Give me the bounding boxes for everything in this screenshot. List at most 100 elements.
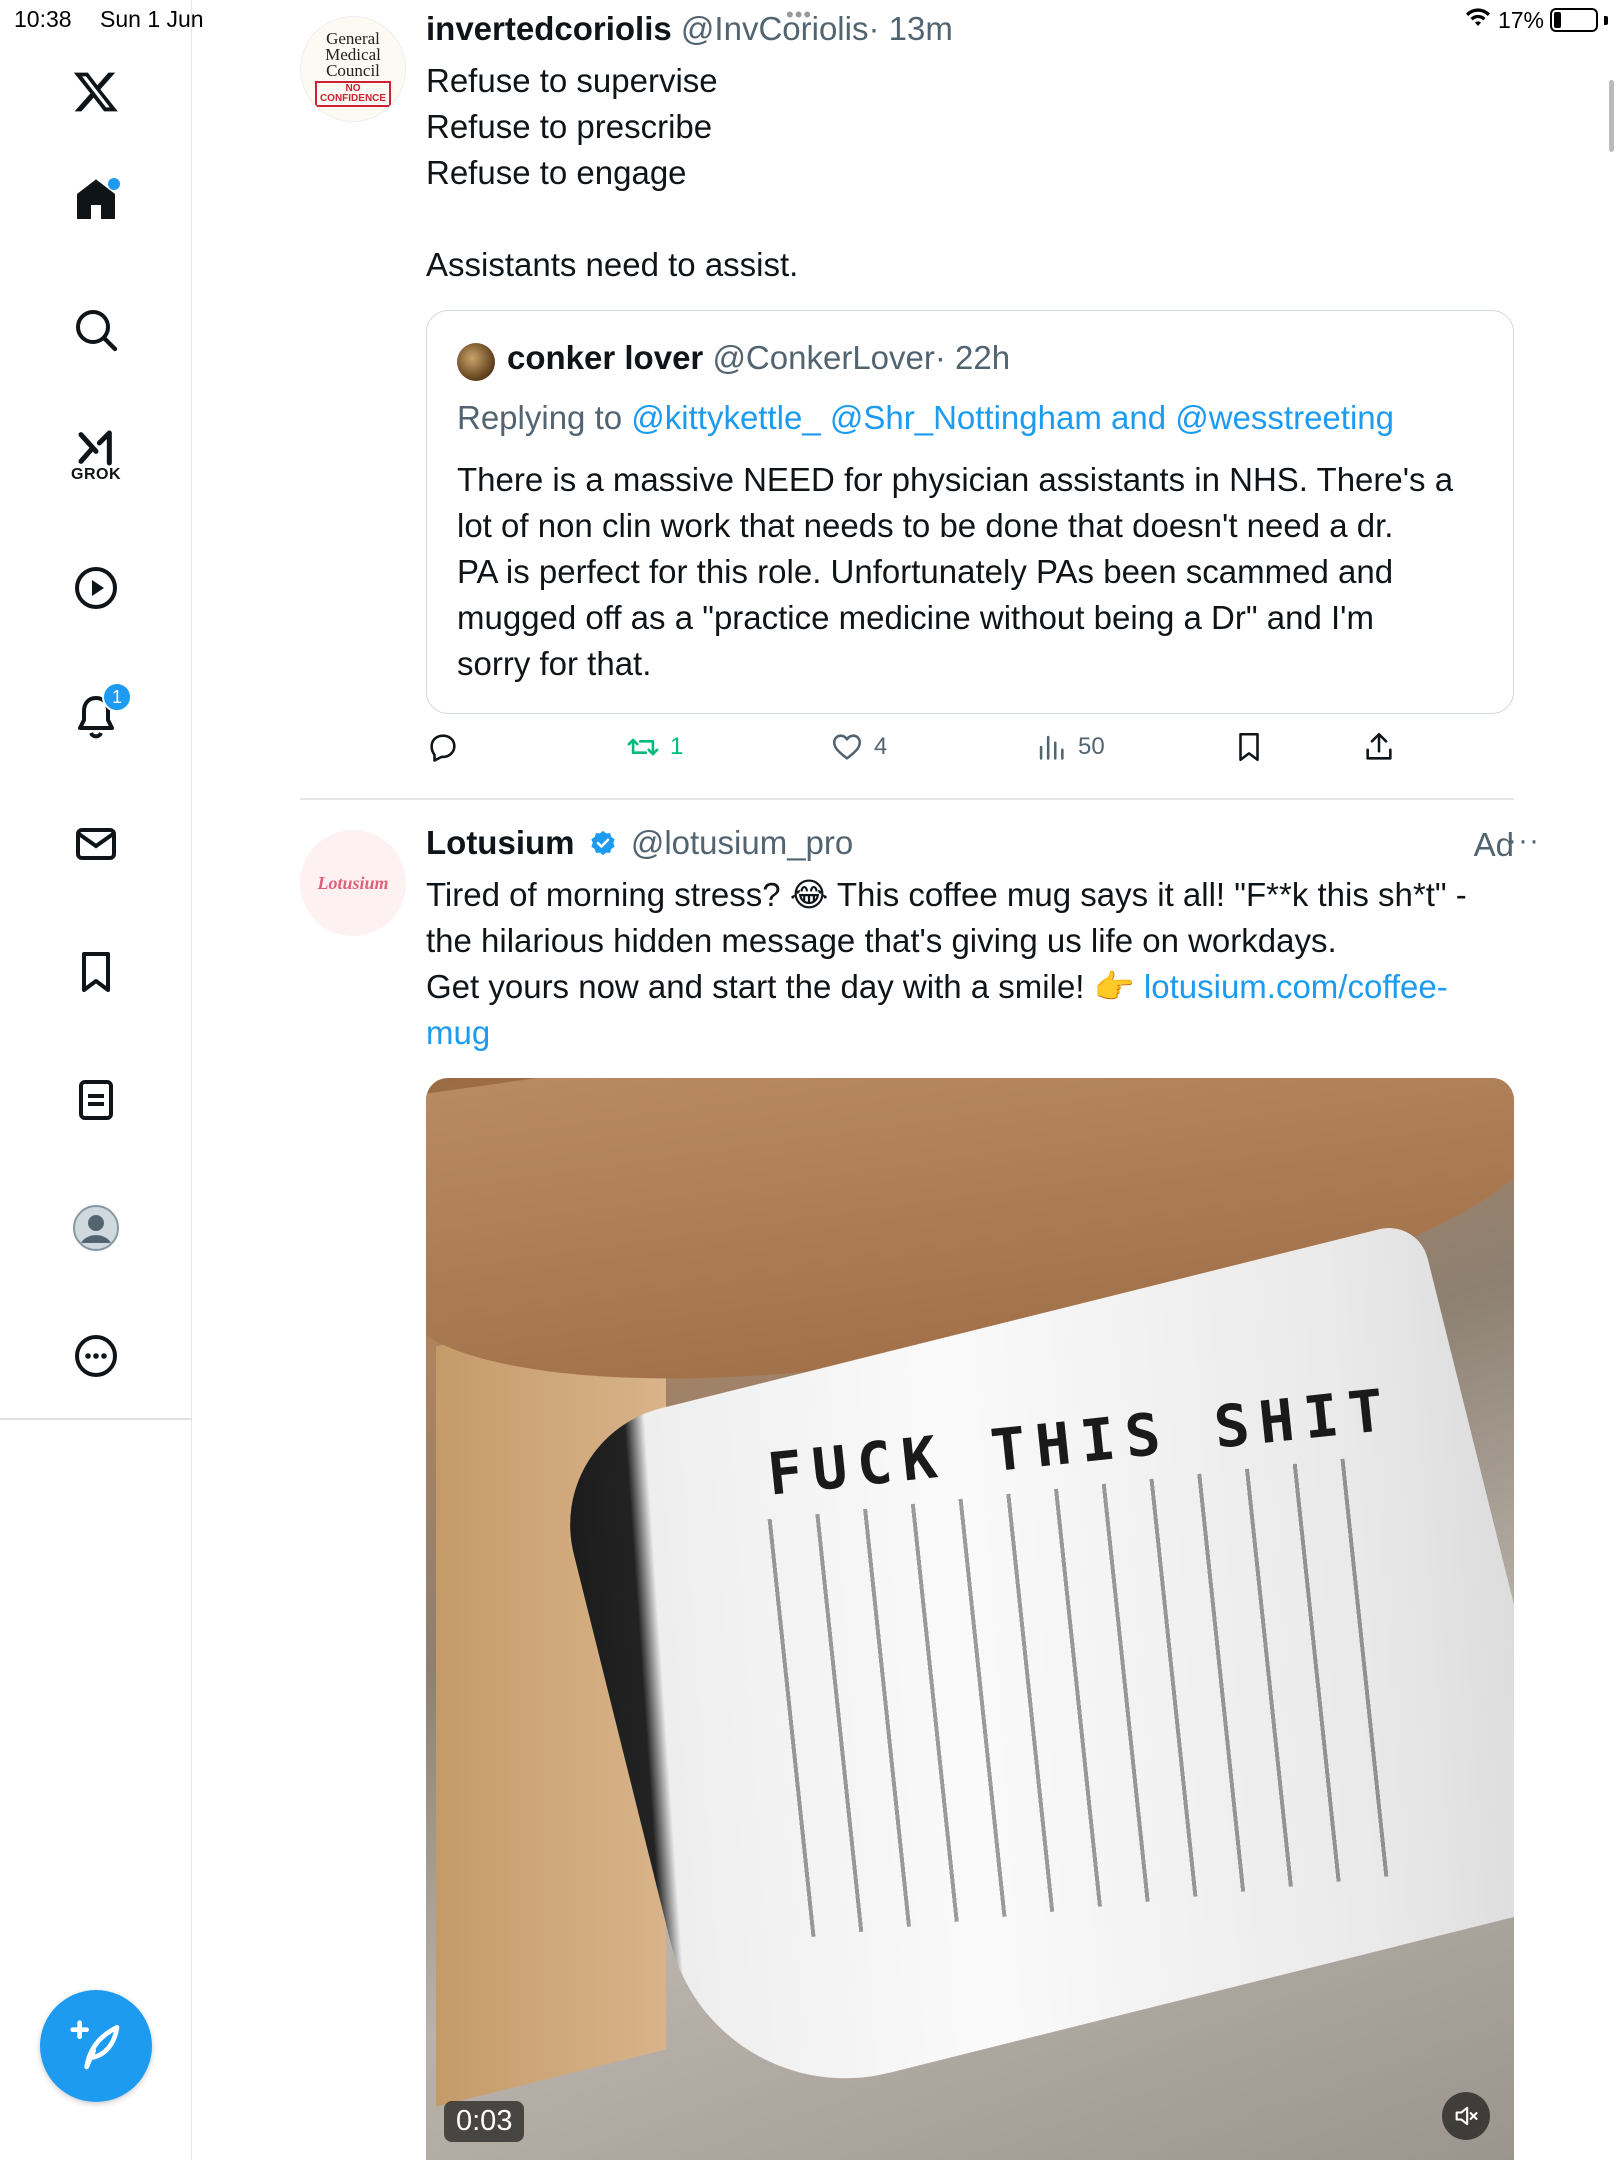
sidebar-item-explore[interactable] xyxy=(60,294,132,366)
retweet-button[interactable]: 1 xyxy=(626,730,683,764)
views-icon xyxy=(1039,735,1064,760)
play-icon xyxy=(75,567,117,609)
tweet-time[interactable]: · 13m xyxy=(868,10,952,47)
bookmark-button[interactable] xyxy=(1232,730,1266,764)
tweet-line: Refuse to prescribe xyxy=(426,108,713,145)
sidebar-item-notifications[interactable]: 1 xyxy=(60,680,132,752)
tweet-line-text: Get yours now and start the day with a s… xyxy=(426,968,1144,1005)
video-frame-mug-pattern xyxy=(745,1456,1407,1940)
video-duration: 0:03 xyxy=(444,2101,525,2142)
verified-badge-icon xyxy=(591,830,615,856)
list-icon xyxy=(79,1080,113,1120)
home-unread-dot xyxy=(108,178,120,190)
avatar-text-council: Council xyxy=(326,61,380,80)
ad-link[interactable]: mug xyxy=(426,1014,490,1051)
mention-link[interactable]: @wesstreeting xyxy=(1175,399,1394,436)
like-count: 4 xyxy=(874,733,888,760)
replying-and: and xyxy=(1111,399,1167,436)
quoted-line: sorry for that. xyxy=(457,645,652,682)
tweet-line: the hilarious hidden message that's givi… xyxy=(426,922,1337,959)
quoted-line: mugged off as a "practice medicine witho… xyxy=(457,599,1374,636)
compose-icon xyxy=(70,2020,120,2070)
battery-percent: 17% xyxy=(1497,6,1544,33)
share-button[interactable] xyxy=(1362,730,1396,764)
tweet-header: Lotusium @lotusium_pro xyxy=(426,824,853,862)
tweet-text: Tired of morning stress? 😂 This coffee m… xyxy=(426,872,1526,1056)
grok-icon xyxy=(78,430,112,466)
battery-fill xyxy=(1554,12,1561,28)
notification-badge: 1 xyxy=(102,682,132,712)
sidebar-item-home[interactable] xyxy=(60,164,132,236)
sidebar: GROK 1 xyxy=(0,0,192,2160)
author-handle[interactable]: @lotusium_pro xyxy=(631,824,853,861)
author-avatar[interactable]: General Medical Council NO CONFIDENCE xyxy=(300,16,406,122)
replying-to-prefix: Replying to xyxy=(457,399,623,436)
author-name[interactable]: invertedcoriolis xyxy=(426,10,672,47)
mute-button[interactable] xyxy=(1442,2092,1490,2140)
mention-link[interactable]: @Shr_Nottingham xyxy=(830,399,1102,436)
sidebar-item-profile[interactable] xyxy=(60,1192,132,1264)
avatar-icon xyxy=(73,1205,119,1251)
tweet-separator xyxy=(300,798,1514,800)
heart-icon xyxy=(832,734,862,760)
sidebar-divider xyxy=(0,1418,192,1420)
views-button[interactable]: 50 xyxy=(1034,730,1105,764)
x-logo-icon[interactable] xyxy=(60,56,132,128)
quoted-author-handle: @ConkerLover xyxy=(712,339,935,376)
reply-button[interactable] xyxy=(426,730,470,764)
reply-icon xyxy=(430,734,456,762)
sidebar-item-more[interactable] xyxy=(60,1320,132,1392)
author-handle[interactable]: @InvCoriolis xyxy=(681,10,869,47)
quoted-line: There is a massive NEED for physician as… xyxy=(457,461,1454,498)
mail-icon xyxy=(76,828,116,860)
tweet-line: Refuse to engage xyxy=(426,154,687,191)
wifi-icon xyxy=(1464,6,1492,34)
retweet-count: 1 xyxy=(670,733,684,760)
sidebar-item-lists[interactable] xyxy=(60,1064,132,1136)
replying-to: Replying to @kittykettle_ @Shr_Nottingha… xyxy=(457,399,1394,437)
avatar-logo-text: Lotusium xyxy=(317,872,389,893)
tweet-line: Refuse to supervise xyxy=(426,62,718,99)
author-name[interactable]: Lotusium xyxy=(426,824,574,861)
bookmark-icon xyxy=(1239,732,1259,762)
avatar-stamp-line2: CONFIDENCE xyxy=(319,93,387,104)
like-button[interactable]: 4 xyxy=(830,730,887,764)
status-right: 17% xyxy=(1464,6,1608,34)
quoted-author-name: conker lover xyxy=(507,339,704,376)
tweet-actions: 1 4 50 xyxy=(426,730,1506,770)
quoted-line: PA is perfect for this role. Unfortunate… xyxy=(457,553,1394,590)
bookmark-icon xyxy=(82,952,110,992)
quoted-line: lot of non clin work that needs to be do… xyxy=(457,507,1394,544)
speaker-muted-icon xyxy=(1455,2106,1478,2126)
scrollbar[interactable] xyxy=(1609,80,1614,152)
sidebar-item-videos[interactable] xyxy=(60,552,132,624)
sidebar-item-messages[interactable] xyxy=(60,808,132,880)
more-options-button[interactable]: ··· xyxy=(1507,824,1540,858)
compose-button[interactable] xyxy=(40,1990,152,2102)
tweet-header: invertedcoriolis @InvCoriolis· 13m xyxy=(426,10,953,48)
tweet-line: Get yours now and start the day with a s… xyxy=(426,964,1526,1010)
quoted-tweet-time: · 22h xyxy=(934,339,1011,376)
sidebar-item-grok[interactable]: GROK xyxy=(60,420,132,492)
quoted-tweet[interactable]: conker lover @ConkerLover· 22h Replying … xyxy=(426,310,1514,714)
video-player[interactable]: FUCK THIS SHIT 0:03 xyxy=(426,1078,1514,2160)
battery-tip xyxy=(1604,15,1608,25)
retweet-icon xyxy=(627,738,659,756)
search-icon xyxy=(76,310,118,352)
ad-link[interactable]: lotusium.com/coffee- xyxy=(1144,968,1448,1005)
share-icon xyxy=(1366,732,1392,760)
mention-link[interactable]: @kittykettle_ xyxy=(631,399,820,436)
tweet-line: Tired of morning stress? 😂 This coffee m… xyxy=(426,876,1467,913)
tweet-line: mug xyxy=(426,1010,1526,1056)
quoted-tweet-header: conker lover @ConkerLover· 22h xyxy=(507,339,1010,377)
quoted-tweet-text: There is a massive NEED for physician as… xyxy=(457,457,1497,687)
sidebar-item-bookmarks[interactable] xyxy=(60,936,132,1008)
quoted-author-avatar[interactable] xyxy=(457,343,495,381)
battery-icon xyxy=(1550,8,1598,32)
avatar-stamp: NO CONFIDENCE xyxy=(314,81,392,107)
author-avatar[interactable]: Lotusium xyxy=(300,830,406,936)
tweet-line: Assistants need to assist. xyxy=(426,246,799,283)
view-count: 50 xyxy=(1078,733,1105,760)
more-circle-icon xyxy=(75,1335,117,1377)
